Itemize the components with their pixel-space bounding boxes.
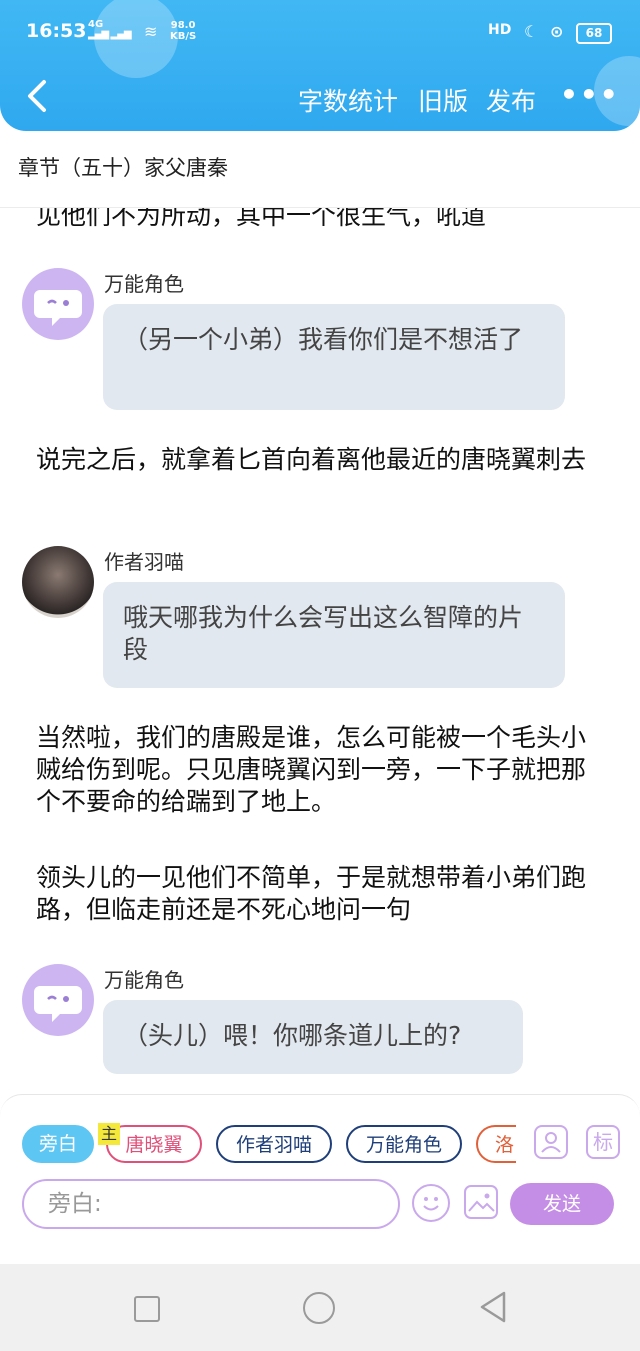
publish-button[interactable]: 发布 — [486, 82, 536, 118]
speaker-name: 作者羽喵 — [104, 550, 184, 574]
dialogue-bubble[interactable]: （另一个小弟）我看你们是不想活了 — [103, 304, 565, 410]
role-chip-luo[interactable]: 洛 — [476, 1125, 516, 1163]
story-content[interactable]: 见他们不为所动，其中一个很生气，吼道 万能角色 （另一个小弟）我看你们是不想活了… — [0, 208, 640, 1094]
tag-icon[interactable]: 标 — [586, 1125, 620, 1159]
story-paragraph: 当然啦，我们的唐殿是谁，怎么可能被一个毛头小贼给伤到呢。只见唐晓翼闪到一旁，一下… — [36, 723, 587, 816]
author-avatar[interactable] — [22, 546, 94, 618]
back-icon[interactable] — [478, 1290, 508, 1324]
bot-avatar[interactable] — [22, 268, 94, 340]
status-time: 16:53 — [26, 20, 87, 42]
composer-panel: 旁白 唐晓翼 主 作者羽喵 万能角色 洛 标 旁白: 发送 — [0, 1094, 640, 1235]
old-version-button[interactable]: 旧版 — [418, 82, 468, 118]
speed-value: 98.0 — [170, 20, 196, 31]
wifi-icon: ≋ — [144, 22, 158, 41]
status-bar: 16:53 4G ▂▄▆ ▂▄▆ ≋ 98.0 KB/S HD ☾ ⊙ 68 — [0, 16, 640, 50]
signal-indicator: 4G ▂▄▆ ▂▄▆ — [88, 19, 132, 40]
battery-indicator: 68 — [576, 23, 612, 44]
role-chip-narration[interactable]: 旁白 — [22, 1125, 94, 1163]
dialogue-bubble[interactable]: 哦天哪我为什么会写出这么智障的片段 — [103, 582, 565, 688]
story-paragraph: 说完之后，就拿着匕首向着离他最近的唐晓翼刺去 — [36, 445, 587, 474]
speaker-name: 万能角色 — [104, 968, 184, 992]
story-paragraph: 见他们不为所动，其中一个很生气，吼道 — [36, 208, 487, 230]
add-role-icon[interactable] — [534, 1125, 568, 1159]
app-header: 16:53 4G ▂▄▆ ▂▄▆ ≋ 98.0 KB/S HD ☾ ⊙ 68 字… — [0, 0, 640, 131]
role-chip-universal[interactable]: 万能角色 — [346, 1125, 462, 1163]
emoji-icon[interactable] — [412, 1184, 450, 1222]
moon-icon: ☾ — [524, 22, 539, 41]
chat-bubble-icon — [34, 986, 82, 1022]
story-paragraph: 领头儿的一见他们不简单，于是就想带着小弟们跑路，但临走前还是不死心地问一句 — [36, 863, 587, 924]
message-input[interactable]: 旁白: — [22, 1179, 400, 1229]
word-count-button[interactable]: 字数统计 — [298, 82, 398, 118]
top-toolbar: 字数统计 旧版 发布 ••• — [0, 74, 640, 124]
role-chip-tang[interactable]: 唐晓翼 — [106, 1125, 202, 1163]
home-icon[interactable] — [303, 1292, 335, 1324]
speed-unit: KB/S — [170, 31, 197, 42]
send-button[interactable]: 发送 — [510, 1183, 614, 1225]
lock-rotation-icon: ⊙ — [550, 22, 564, 41]
main-role-badge: 主 — [98, 1123, 120, 1145]
hd-icon: HD — [488, 22, 512, 38]
back-arrow-icon[interactable] — [20, 76, 56, 116]
system-nav-bar — [0, 1264, 640, 1351]
bot-avatar[interactable] — [22, 964, 94, 1036]
dialogue-bubble[interactable]: （头儿）喂！你哪条道儿上的? — [103, 1000, 523, 1074]
chapter-title: 章节（五十）家父唐秦 — [18, 156, 228, 180]
recent-apps-icon[interactable] — [134, 1296, 160, 1322]
chat-bubble-icon — [34, 290, 82, 326]
image-icon[interactable] — [464, 1185, 498, 1219]
more-menu-icon[interactable]: ••• — [560, 78, 620, 111]
role-chip-author[interactable]: 作者羽喵 — [216, 1125, 332, 1163]
speaker-name: 万能角色 — [104, 272, 184, 296]
network-speed: 98.0 KB/S — [170, 20, 196, 42]
